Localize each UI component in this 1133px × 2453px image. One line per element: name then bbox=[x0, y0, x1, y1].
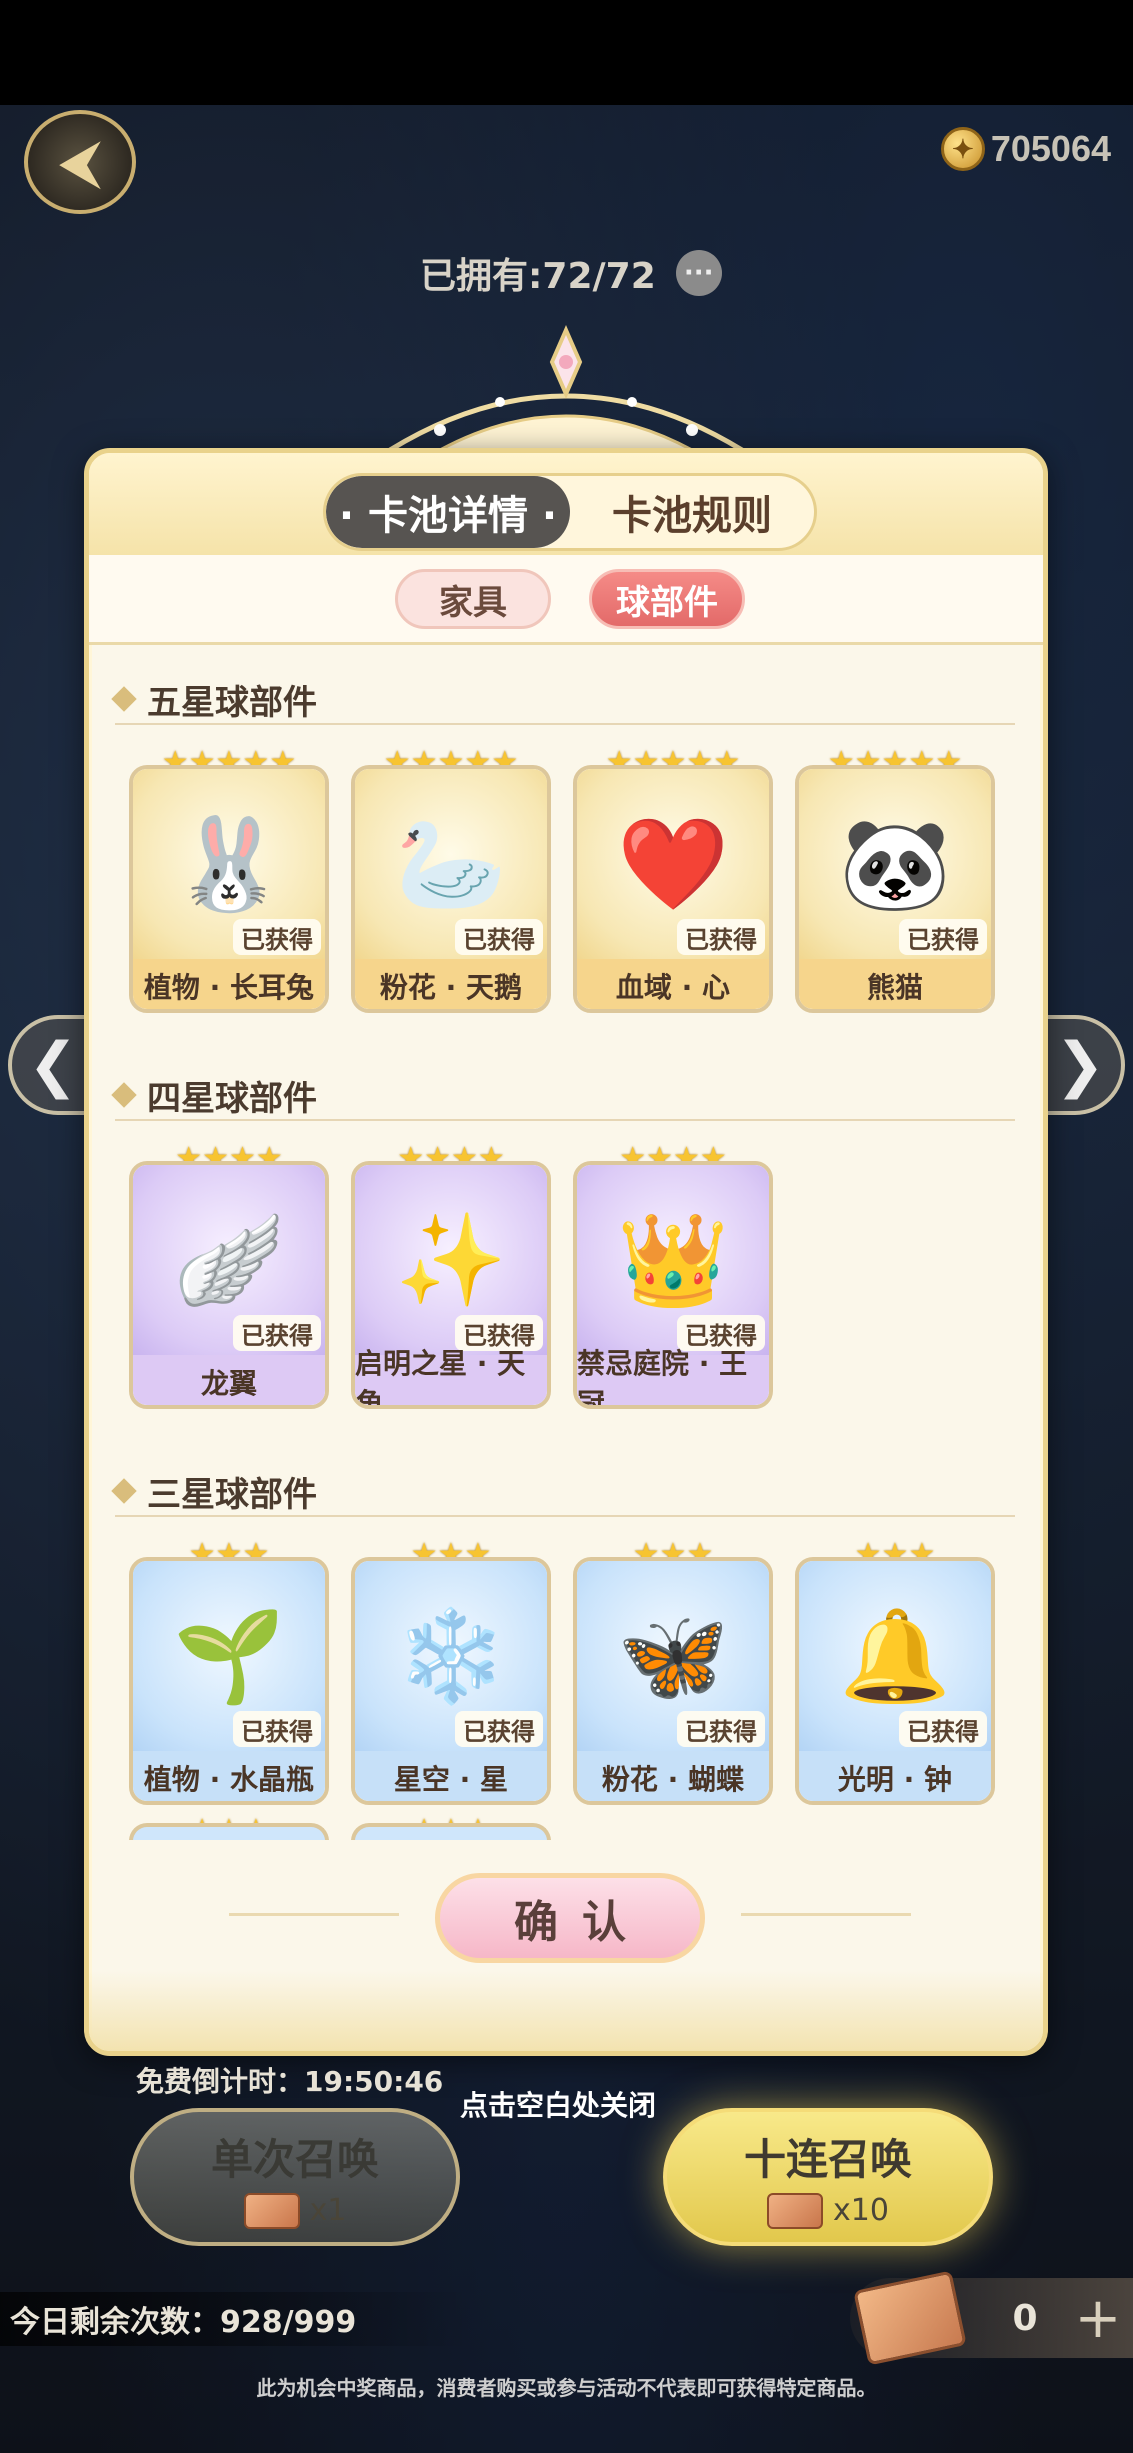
obtained-badge: 已获得 bbox=[455, 919, 543, 955]
crystal-bottle-icon: 🌱 bbox=[172, 1603, 286, 1709]
back-button[interactable]: ⮜ bbox=[24, 110, 136, 214]
chevron-left-icon: ❮ bbox=[27, 1030, 79, 1100]
obtained-badge: 已获得 bbox=[899, 1711, 987, 1747]
owned-text: 已拥有:72/72 bbox=[420, 256, 656, 297]
item-card-partial[interactable] bbox=[129, 1823, 329, 1840]
obtained-badge: 已获得 bbox=[899, 919, 987, 955]
obtained-badge: 已获得 bbox=[455, 1711, 543, 1747]
item-card[interactable]: 🐼 已获得 熊猫 bbox=[795, 765, 995, 1013]
item-card[interactable]: 🦢 已获得 粉花 · 天鹅 bbox=[351, 765, 551, 1013]
section-title-three-star: 三星球部件 bbox=[111, 1467, 1015, 1517]
section-title-text: 三星球部件 bbox=[147, 1474, 317, 1515]
section-title-text: 五星球部件 bbox=[147, 682, 317, 723]
tab-pool-rules[interactable]: 卡池规则 bbox=[570, 476, 814, 548]
section-title-text: 四星球部件 bbox=[147, 1078, 317, 1119]
item-name: 启明之星 · 天角 bbox=[355, 1347, 547, 1405]
item-card[interactable]: 🔔 已获得 光明 · 钟 bbox=[795, 1557, 995, 1805]
item-card[interactable]: 🦋 已获得 粉花 · 蝴蝶 bbox=[573, 1557, 773, 1805]
item-card-partial[interactable] bbox=[351, 1823, 551, 1840]
currency-amount: 705064 bbox=[990, 128, 1111, 169]
currency-display: ✦ 705064 bbox=[940, 124, 1111, 174]
single-summon-button[interactable]: 单次召唤 x1 bbox=[130, 2108, 460, 2246]
obtained-badge: 已获得 bbox=[677, 919, 765, 955]
subtab-ball-parts[interactable]: 球部件 bbox=[589, 569, 745, 629]
tab-pool-details[interactable]: · 卡池详情 · bbox=[326, 476, 570, 548]
disclaimer-text: 此为机会中奖商品，消费者购买或参与活动不代表即可获得特定商品。 bbox=[256, 2376, 877, 2400]
back-arrow-icon: ⮜ bbox=[58, 127, 102, 197]
owned-counter: 已拥有:72/72 ··· bbox=[420, 245, 722, 301]
diamond-icon bbox=[111, 686, 137, 712]
single-summon-cost-text: x1 bbox=[309, 2193, 347, 2228]
ten-summon-cost: x10 bbox=[767, 2192, 889, 2229]
subtab-furniture[interactable]: 家具 bbox=[395, 569, 551, 629]
sub-tab-bar: 家具 球部件 bbox=[89, 555, 1043, 645]
heart-icon: ❤️ bbox=[616, 811, 730, 917]
modal-footer-decoration bbox=[89, 1971, 1043, 2051]
ticket-icon bbox=[853, 2270, 967, 2366]
star-icon: ❄️ bbox=[394, 1603, 508, 1709]
close-hint: 点击空白处关闭 bbox=[460, 2089, 657, 2122]
divider bbox=[741, 1913, 911, 1916]
diamond-icon bbox=[111, 1478, 137, 1504]
ticket-count: 0 bbox=[1012, 2297, 1038, 2339]
main-tab-bar: · 卡池详情 · 卡池规则 bbox=[323, 473, 817, 551]
ticket-icon bbox=[767, 2192, 824, 2229]
item-card[interactable]: ❄️ 已获得 星空 · 星 bbox=[351, 1557, 551, 1805]
more-icon[interactable]: ··· bbox=[675, 250, 722, 296]
ticket-icon bbox=[243, 2192, 300, 2229]
modal-header: · 卡池详情 · 卡池规则 bbox=[89, 453, 1043, 555]
crown-icon: 👑 bbox=[616, 1207, 730, 1313]
item-name: 粉花 · 天鹅 bbox=[355, 959, 547, 1009]
wing-icon: 🪽 bbox=[172, 1207, 286, 1313]
divider bbox=[229, 1913, 399, 1916]
star-horn-icon: ✨ bbox=[394, 1207, 508, 1313]
coin-icon: ✦ bbox=[940, 127, 985, 171]
single-summon-cost: x1 bbox=[243, 2192, 347, 2229]
plus-icon[interactable]: + bbox=[1068, 2284, 1128, 2352]
section-title-four-star: 四星球部件 bbox=[111, 1071, 1015, 1121]
obtained-badge: 已获得 bbox=[233, 1315, 321, 1351]
item-name: 植物 · 长耳兔 bbox=[133, 959, 325, 1009]
item-card[interactable]: 🌱 已获得 植物 · 水晶瓶 bbox=[129, 1557, 329, 1805]
section-title-five-star: 五星球部件 bbox=[111, 675, 1015, 725]
ten-summon-button[interactable]: 十连召唤 x10 bbox=[663, 2108, 993, 2246]
item-name: 熊猫 bbox=[799, 959, 991, 1009]
ticket-counter: 0 + bbox=[850, 2270, 1133, 2366]
panda-icon: 🐼 bbox=[838, 811, 952, 917]
pool-details-modal: · 卡池详情 · 卡池规则 家具 球部件 五星球部件 ★★★★★ 🐰 已获得 植… bbox=[84, 448, 1048, 2056]
rabbit-icon: 🐰 bbox=[172, 811, 286, 917]
item-list[interactable]: 五星球部件 ★★★★★ 🐰 已获得 植物 · 长耳兔 ★★★★★ 🦢 已获得 粉… bbox=[89, 645, 1043, 1840]
obtained-badge: 已获得 bbox=[233, 1711, 321, 1747]
free-countdown: 免费倒计时：19:50:46 bbox=[136, 2065, 444, 2098]
ten-summon-cost-text: x10 bbox=[833, 2193, 889, 2228]
ten-summon-label: 十连召唤 bbox=[743, 2134, 912, 2184]
item-card[interactable]: 👑 已获得 禁忌庭院 · 王冠 bbox=[573, 1161, 773, 1409]
swan-icon: 🦢 bbox=[394, 811, 508, 917]
confirm-row: 确认 bbox=[89, 1865, 1043, 1965]
item-name: 星空 · 星 bbox=[355, 1751, 547, 1801]
item-name: 粉花 · 蝴蝶 bbox=[577, 1751, 769, 1801]
item-card[interactable]: ❤️ 已获得 血域 · 心 bbox=[573, 765, 773, 1013]
modal-crown-ornament bbox=[388, 325, 744, 452]
remaining-draws: 今日剩余次数：928/999 bbox=[0, 2292, 470, 2346]
item-card[interactable]: 🪽 已获得 龙翼 bbox=[129, 1161, 329, 1409]
obtained-badge: 已获得 bbox=[677, 1711, 765, 1747]
item-name: 禁忌庭院 · 王冠 bbox=[577, 1347, 769, 1405]
item-card[interactable]: ✨ 已获得 启明之星 · 天角 bbox=[351, 1161, 551, 1409]
diamond-icon bbox=[111, 1082, 137, 1108]
item-name: 植物 · 水晶瓶 bbox=[133, 1751, 325, 1801]
chevron-right-icon: ❯ bbox=[1054, 1030, 1106, 1100]
bell-icon: 🔔 bbox=[838, 1603, 952, 1709]
item-card[interactable]: 🐰 已获得 植物 · 长耳兔 bbox=[129, 765, 329, 1013]
obtained-badge: 已获得 bbox=[233, 919, 321, 955]
item-name: 血域 · 心 bbox=[577, 959, 769, 1009]
item-name: 龙翼 bbox=[133, 1355, 325, 1405]
single-summon-label: 单次召唤 bbox=[210, 2134, 379, 2184]
confirm-button[interactable]: 确认 bbox=[435, 1873, 705, 1963]
butterfly-icon: 🦋 bbox=[616, 1603, 730, 1709]
item-name: 光明 · 钟 bbox=[799, 1751, 991, 1801]
